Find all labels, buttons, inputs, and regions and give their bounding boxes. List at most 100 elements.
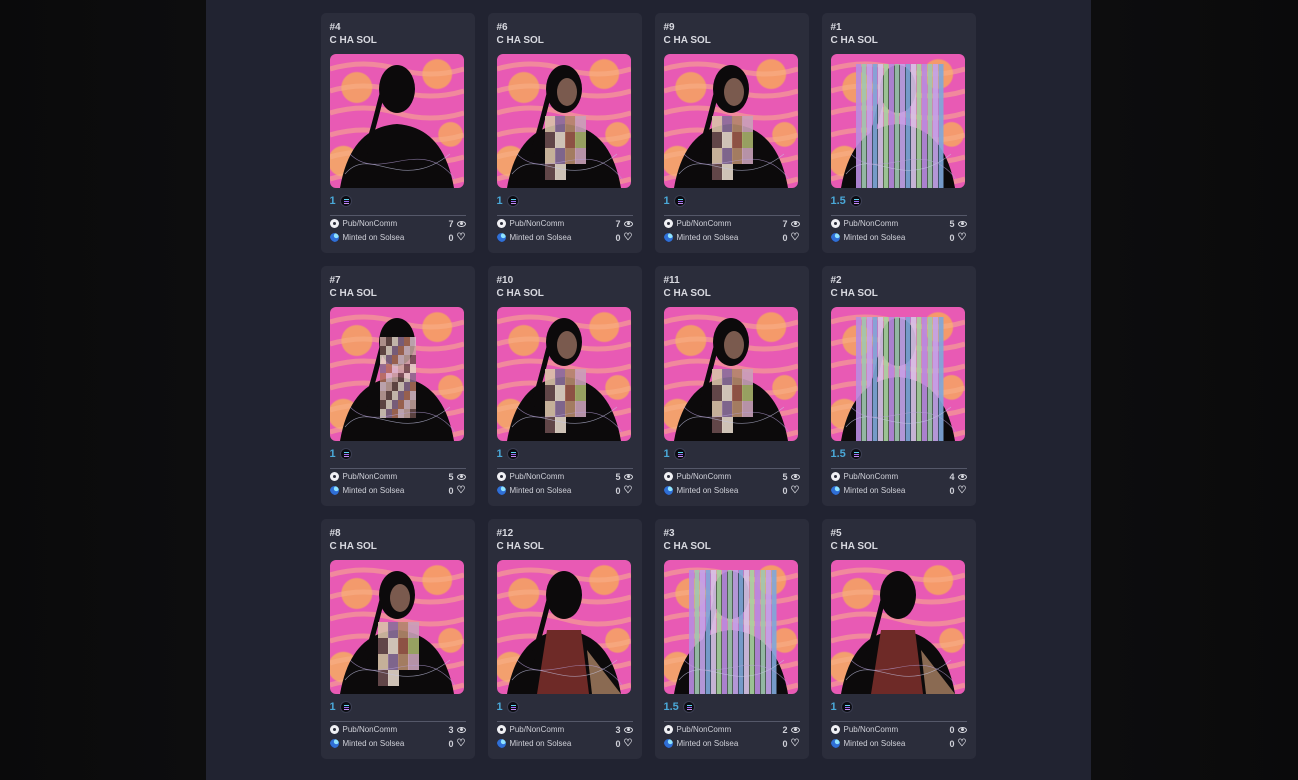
view-count: 0 [949, 724, 955, 735]
heart-icon[interactable]: ♡ [457, 738, 466, 749]
license-label: Pub/NonComm [676, 219, 732, 228]
minted-label[interactable]: Minted on Solsea [510, 486, 572, 495]
nft-collection-name[interactable]: C HA SOL [831, 34, 967, 47]
nft-artwork[interactable] [830, 307, 965, 441]
nft-card[interactable]: #9 C HA SOL 1 Pub/NonComm 7 Minted on So… [654, 13, 809, 253]
minted-label[interactable]: Minted on Solsea [510, 739, 572, 748]
heart-icon[interactable]: ♡ [958, 738, 967, 749]
price-row: 1.5 [831, 194, 967, 208]
license-row: Pub/NonComm 5 [830, 217, 967, 230]
license-label: Pub/NonComm [843, 472, 899, 481]
heart-icon[interactable]: ♡ [958, 485, 967, 496]
nft-number: #12 [496, 528, 514, 539]
minted-label[interactable]: Minted on Solsea [510, 233, 572, 242]
heart-icon[interactable]: ♡ [791, 738, 800, 749]
nft-artwork[interactable] [496, 54, 631, 188]
nft-number: #11 [663, 275, 680, 286]
nft-artwork[interactable] [496, 560, 631, 694]
nft-card[interactable]: #10 C HA SOL 1 Pub/NonComm 5 Minted on S… [487, 266, 642, 506]
heart-icon[interactable]: ♡ [624, 738, 633, 749]
portrait-figure [496, 567, 631, 694]
minted-label[interactable]: Minted on Solsea [677, 739, 739, 748]
nft-card[interactable]: #11 C HA SOL 1 Pub/NonComm 5 Minted on S… [654, 266, 809, 506]
heart-icon[interactable]: ♡ [457, 485, 466, 496]
minted-label[interactable]: Minted on Solsea [844, 486, 906, 495]
eye-icon [790, 220, 800, 227]
eye-icon [623, 726, 633, 733]
nft-collection-name[interactable]: C HA SOL [831, 287, 967, 300]
heart-icon[interactable]: ♡ [624, 232, 633, 243]
nft-artwork[interactable] [329, 54, 464, 188]
nft-collection-name[interactable]: C HA SOL [330, 540, 466, 553]
nft-collection-name[interactable]: C HA SOL [664, 287, 800, 300]
nft-card[interactable]: #12 C HA SOL 1 Pub/NonComm 3 Minted on S… [487, 519, 642, 759]
nft-price: 1 [496, 195, 503, 207]
nft-collection-name[interactable]: C HA SOL [664, 540, 800, 553]
like-count: 0 [949, 232, 955, 243]
nft-collection-name[interactable]: C HA SOL [497, 287, 633, 300]
price-row: 1 [664, 194, 800, 208]
view-count: 7 [448, 218, 454, 229]
nft-number: #2 [830, 275, 842, 286]
nft-artwork[interactable] [663, 560, 798, 694]
nft-artwork[interactable] [496, 307, 631, 441]
minted-label[interactable]: Minted on Solsea [343, 233, 405, 242]
license-label: Pub/NonComm [676, 725, 732, 734]
nft-card[interactable]: #3 C HA SOL 1.5 Pub/NonComm 2 Minted on … [654, 519, 809, 759]
license-label: Pub/NonComm [676, 472, 732, 481]
nft-artwork[interactable] [329, 307, 464, 441]
nft-artwork[interactable] [830, 54, 965, 188]
minted-label[interactable]: Minted on Solsea [844, 233, 906, 242]
nft-card[interactable]: #8 C HA SOL 1 Pub/NonComm 3 Minted on So… [320, 519, 475, 759]
minted-row: Minted on Solsea 0 ♡ [830, 231, 967, 244]
minted-label[interactable]: Minted on Solsea [343, 739, 405, 748]
card-divider [663, 468, 800, 469]
nft-card[interactable]: #1 C HA SOL 1.5 Pub/NonComm 5 Minted on … [821, 13, 976, 253]
nft-artwork[interactable] [830, 560, 965, 694]
minted-label[interactable]: Minted on Solsea [343, 486, 405, 495]
nft-artwork[interactable] [663, 54, 798, 188]
license-label: Pub/NonComm [509, 472, 565, 481]
heart-icon[interactable]: ♡ [791, 232, 800, 243]
nft-price: 1.5 [830, 448, 846, 460]
view-count: 5 [782, 471, 788, 482]
nft-price: 1 [496, 701, 503, 713]
minted-row: Minted on Solsea 0 ♡ [663, 231, 800, 244]
minted-label[interactable]: Minted on Solsea [677, 233, 739, 242]
nft-collection-name[interactable]: C HA SOL [497, 540, 633, 553]
minted-label[interactable]: Minted on Solsea [844, 739, 906, 748]
nft-price: 1 [329, 195, 336, 207]
nft-collection-name[interactable]: C HA SOL [330, 34, 466, 47]
nft-artwork[interactable] [329, 560, 464, 694]
nft-number: #10 [496, 275, 514, 286]
nft-number: #8 [329, 528, 341, 539]
heart-icon[interactable]: ♡ [958, 232, 967, 243]
card-divider [329, 468, 466, 469]
portrait-figure [329, 314, 464, 441]
gear-icon [663, 725, 673, 734]
nft-collection-name[interactable]: C HA SOL [664, 34, 800, 47]
nft-card[interactable]: #5 C HA SOL 1 Pub/NonComm 0 Minted on So… [821, 519, 976, 759]
license-row: Pub/NonComm 0 [830, 723, 967, 736]
heart-icon[interactable]: ♡ [624, 485, 633, 496]
solana-icon [339, 195, 352, 207]
solana-icon [339, 448, 352, 460]
heart-icon[interactable]: ♡ [457, 232, 466, 243]
nft-collection-name[interactable]: C HA SOL [497, 34, 633, 47]
card-divider [496, 721, 633, 722]
heart-icon[interactable]: ♡ [791, 485, 800, 496]
license-row: Pub/NonComm 7 [329, 217, 466, 230]
nft-card[interactable]: #4 C HA SOL 1 Pub/NonComm 7 Minted on So… [320, 13, 475, 253]
nft-collection-name[interactable]: C HA SOL [831, 540, 967, 553]
license-label: Pub/NonComm [342, 219, 398, 228]
solana-icon [673, 195, 686, 207]
portrait-figure [830, 567, 965, 694]
nft-card[interactable]: #7 C HA SOL 1 Pub/NonComm 5 Minted on So… [320, 266, 475, 506]
eye-icon [623, 473, 633, 480]
nft-collection-name[interactable]: C HA SOL [330, 287, 466, 300]
nft-card[interactable]: #6 C HA SOL 1 Pub/NonComm 7 Minted on So… [487, 13, 642, 253]
minted-label[interactable]: Minted on Solsea [677, 486, 739, 495]
nft-artwork[interactable] [663, 307, 798, 441]
nft-card[interactable]: #2 C HA SOL 1.5 Pub/NonComm 4 Minted on … [821, 266, 976, 506]
eye-icon [957, 726, 967, 733]
